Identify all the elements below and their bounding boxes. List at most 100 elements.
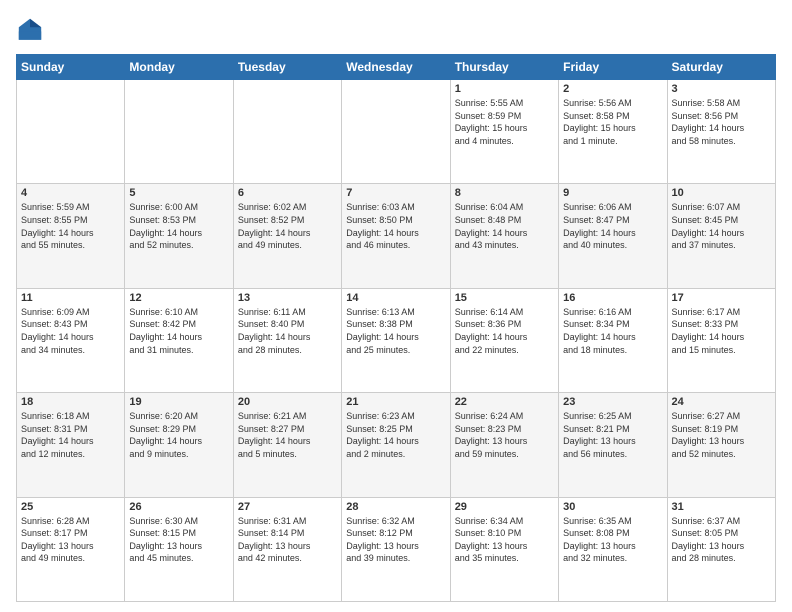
day-info: Sunrise: 6:24 AM Sunset: 8:23 PM Dayligh… — [455, 410, 554, 460]
day-info: Sunrise: 6:02 AM Sunset: 8:52 PM Dayligh… — [238, 201, 337, 251]
calendar-cell: 24 Sunrise: 6:27 AM Sunset: 8:19 PM Dayli… — [667, 393, 775, 497]
page-header — [16, 16, 776, 44]
calendar-cell: 3 Sunrise: 5:58 AM Sunset: 8:56 PM Daylig… — [667, 80, 775, 184]
day-number: 3 — [672, 83, 771, 95]
day-number: 6 — [238, 187, 337, 199]
day-number: 13 — [238, 292, 337, 304]
weekday-header-saturday: Saturday — [667, 55, 775, 80]
calendar-cell: 2 Sunrise: 5:56 AM Sunset: 8:58 PM Daylig… — [559, 80, 667, 184]
calendar-cell: 21 Sunrise: 6:23 AM Sunset: 8:25 PM Dayli… — [342, 393, 450, 497]
day-info: Sunrise: 6:30 AM Sunset: 8:15 PM Dayligh… — [129, 515, 228, 565]
calendar-cell — [342, 80, 450, 184]
day-info: Sunrise: 6:10 AM Sunset: 8:42 PM Dayligh… — [129, 306, 228, 356]
day-number: 7 — [346, 187, 445, 199]
logo — [16, 16, 48, 44]
day-number: 12 — [129, 292, 228, 304]
calendar-cell: 12 Sunrise: 6:10 AM Sunset: 8:42 PM Dayli… — [125, 288, 233, 392]
calendar-cell: 29Sunrise: 6:34 AM Sunset: 8:10 PM Dayli… — [450, 497, 558, 601]
calendar-cell: 15 Sunrise: 6:14 AM Sunset: 8:36 PM Dayli… — [450, 288, 558, 392]
day-info: Sunrise: 6:23 AM Sunset: 8:25 PM Dayligh… — [346, 410, 445, 460]
calendar-week-2: 4 Sunrise: 5:59 AM Sunset: 8:55 PM Daylig… — [17, 184, 776, 288]
day-info: Sunrise: 6:14 AM Sunset: 8:36 PM Dayligh… — [455, 306, 554, 356]
calendar-cell: 4 Sunrise: 5:59 AM Sunset: 8:55 PM Daylig… — [17, 184, 125, 288]
calendar-week-3: 11 Sunrise: 6:09 AM Sunset: 8:43 PM Dayli… — [17, 288, 776, 392]
calendar-cell: 30 Sunrise: 6:35 AM Sunset: 8:08 PM Dayli… — [559, 497, 667, 601]
day-number: 28 — [346, 501, 445, 513]
calendar-cell — [17, 80, 125, 184]
day-info: Sunrise: 6:04 AM Sunset: 8:48 PM Dayligh… — [455, 201, 554, 251]
day-info: Sunrise: 5:55 AM Sunset: 8:59 PM Dayligh… — [455, 97, 554, 147]
calendar-cell: 19 Sunrise: 6:20 AM Sunset: 8:29 PM Dayli… — [125, 393, 233, 497]
calendar-cell: 18Sunrise: 6:18 AM Sunset: 8:31 PM Dayli… — [17, 393, 125, 497]
calendar-cell: 8 Sunrise: 6:04 AM Sunset: 8:48 PM Daylig… — [450, 184, 558, 288]
day-info: Sunrise: 6:27 AM Sunset: 8:19 PM Dayligh… — [672, 410, 771, 460]
calendar-cell: 26Sunrise: 6:30 AM Sunset: 8:15 PM Dayli… — [125, 497, 233, 601]
day-number: 2 — [563, 83, 662, 95]
day-number: 31 — [672, 501, 771, 513]
calendar-cell — [125, 80, 233, 184]
day-info: Sunrise: 6:11 AM Sunset: 8:40 PM Dayligh… — [238, 306, 337, 356]
day-info: Sunrise: 6:31 AM Sunset: 8:14 PM Dayligh… — [238, 515, 337, 565]
day-number: 30 — [563, 501, 662, 513]
day-info: Sunrise: 6:13 AM Sunset: 8:38 PM Dayligh… — [346, 306, 445, 356]
calendar-cell: 16Sunrise: 6:16 AM Sunset: 8:34 PM Dayli… — [559, 288, 667, 392]
day-number: 25 — [21, 501, 120, 513]
day-info: Sunrise: 6:25 AM Sunset: 8:21 PM Dayligh… — [563, 410, 662, 460]
day-number: 8 — [455, 187, 554, 199]
day-info: Sunrise: 5:58 AM Sunset: 8:56 PM Dayligh… — [672, 97, 771, 147]
day-info: Sunrise: 6:35 AM Sunset: 8:08 PM Dayligh… — [563, 515, 662, 565]
day-info: Sunrise: 6:16 AM Sunset: 8:34 PM Dayligh… — [563, 306, 662, 356]
calendar-cell: 25 Sunrise: 6:28 AM Sunset: 8:17 PM Dayli… — [17, 497, 125, 601]
calendar-cell: 23Sunrise: 6:25 AM Sunset: 8:21 PM Dayli… — [559, 393, 667, 497]
day-number: 20 — [238, 396, 337, 408]
calendar-table: SundayMondayTuesdayWednesdayThursdayFrid… — [16, 54, 776, 602]
day-number: 5 — [129, 187, 228, 199]
day-number: 14 — [346, 292, 445, 304]
day-info: Sunrise: 6:06 AM Sunset: 8:47 PM Dayligh… — [563, 201, 662, 251]
weekday-header-wednesday: Wednesday — [342, 55, 450, 80]
day-number: 15 — [455, 292, 554, 304]
weekday-header-monday: Monday — [125, 55, 233, 80]
day-info: Sunrise: 6:17 AM Sunset: 8:33 PM Dayligh… — [672, 306, 771, 356]
calendar-cell: 1 Sunrise: 5:55 AM Sunset: 8:59 PM Daylig… — [450, 80, 558, 184]
calendar-cell: 22 Sunrise: 6:24 AM Sunset: 8:23 PM Dayli… — [450, 393, 558, 497]
calendar-cell: 13 Sunrise: 6:11 AM Sunset: 8:40 PM Dayli… — [233, 288, 341, 392]
day-number: 29 — [455, 501, 554, 513]
day-number: 4 — [21, 187, 120, 199]
weekday-header-row: SundayMondayTuesdayWednesdayThursdayFrid… — [17, 55, 776, 80]
day-number: 19 — [129, 396, 228, 408]
calendar-cell: 10 Sunrise: 6:07 AM Sunset: 8:45 PM Dayli… — [667, 184, 775, 288]
day-info: Sunrise: 5:59 AM Sunset: 8:55 PM Dayligh… — [21, 201, 120, 251]
day-info: Sunrise: 6:28 AM Sunset: 8:17 PM Dayligh… — [21, 515, 120, 565]
day-number: 9 — [563, 187, 662, 199]
day-info: Sunrise: 6:09 AM Sunset: 8:43 PM Dayligh… — [21, 306, 120, 356]
calendar-cell: 6 Sunrise: 6:02 AM Sunset: 8:52 PM Daylig… — [233, 184, 341, 288]
day-info: Sunrise: 6:03 AM Sunset: 8:50 PM Dayligh… — [346, 201, 445, 251]
calendar-cell — [233, 80, 341, 184]
weekday-header-sunday: Sunday — [17, 55, 125, 80]
day-info: Sunrise: 6:20 AM Sunset: 8:29 PM Dayligh… — [129, 410, 228, 460]
weekday-header-friday: Friday — [559, 55, 667, 80]
day-number: 22 — [455, 396, 554, 408]
calendar-cell: 9 Sunrise: 6:06 AM Sunset: 8:47 PM Daylig… — [559, 184, 667, 288]
calendar-cell: 28Sunrise: 6:32 AM Sunset: 8:12 PM Dayli… — [342, 497, 450, 601]
day-info: Sunrise: 6:07 AM Sunset: 8:45 PM Dayligh… — [672, 201, 771, 251]
day-number: 21 — [346, 396, 445, 408]
weekday-header-thursday: Thursday — [450, 55, 558, 80]
calendar-cell: 11 Sunrise: 6:09 AM Sunset: 8:43 PM Dayli… — [17, 288, 125, 392]
weekday-header-tuesday: Tuesday — [233, 55, 341, 80]
calendar-week-5: 25 Sunrise: 6:28 AM Sunset: 8:17 PM Dayli… — [17, 497, 776, 601]
day-number: 11 — [21, 292, 120, 304]
day-number: 24 — [672, 396, 771, 408]
calendar-cell: 17Sunrise: 6:17 AM Sunset: 8:33 PM Dayli… — [667, 288, 775, 392]
day-number: 1 — [455, 83, 554, 95]
calendar-week-4: 18Sunrise: 6:18 AM Sunset: 8:31 PM Dayli… — [17, 393, 776, 497]
calendar-cell: 31Sunrise: 6:37 AM Sunset: 8:05 PM Dayli… — [667, 497, 775, 601]
day-number: 10 — [672, 187, 771, 199]
day-info: Sunrise: 5:56 AM Sunset: 8:58 PM Dayligh… — [563, 97, 662, 147]
calendar-cell: 5Sunrise: 6:00 AM Sunset: 8:53 PM Daylig… — [125, 184, 233, 288]
logo-icon — [16, 16, 44, 44]
calendar-week-1: 1 Sunrise: 5:55 AM Sunset: 8:59 PM Daylig… — [17, 80, 776, 184]
day-number: 27 — [238, 501, 337, 513]
day-number: 18 — [21, 396, 120, 408]
